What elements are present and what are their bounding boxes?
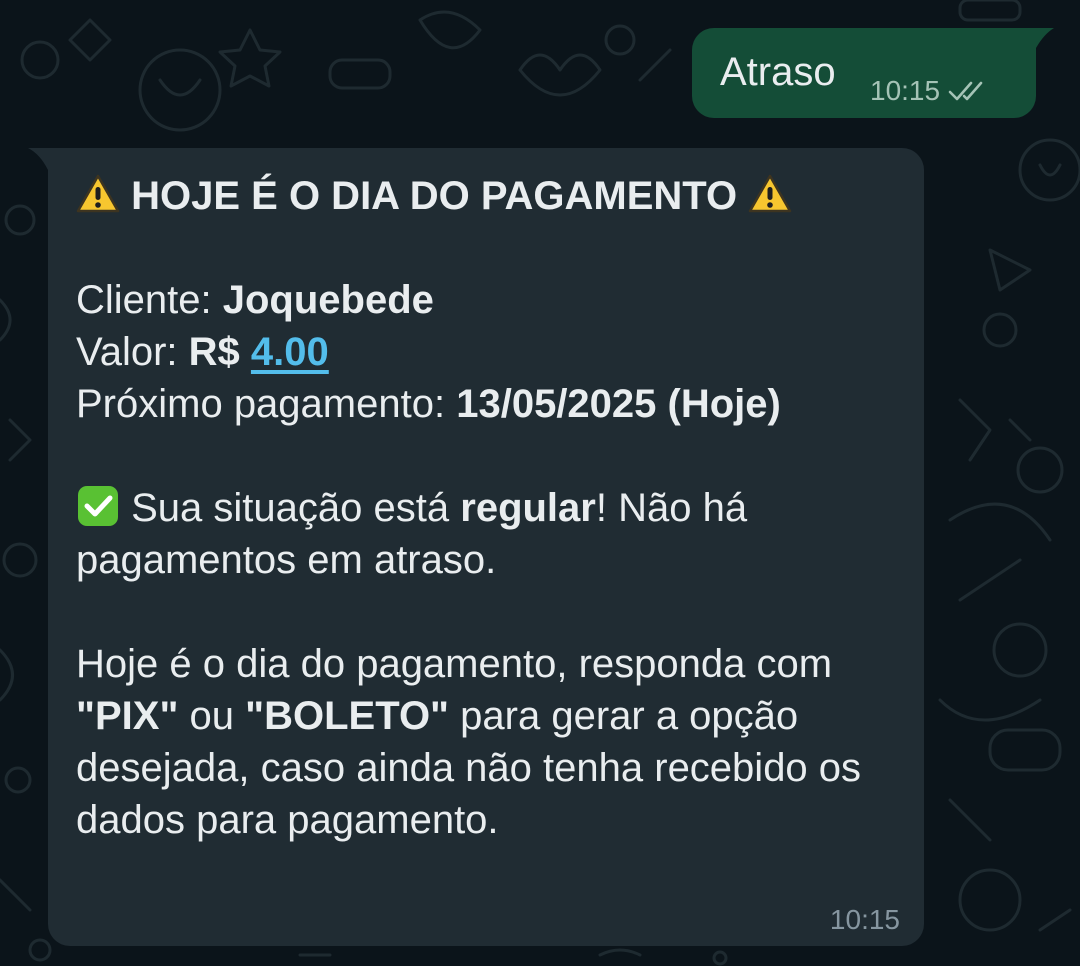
message-title-text: HOJE É O DIA DO PAGAMENTO bbox=[131, 174, 738, 218]
amount-link[interactable]: 4.00 bbox=[251, 330, 329, 374]
outgoing-message-text: Atraso bbox=[720, 50, 836, 94]
incoming-message-text: HOJE É O DIA DO PAGAMENTO Cliente: Joque… bbox=[76, 170, 896, 846]
warning-icon bbox=[76, 174, 120, 213]
incoming-message-bubble[interactable]: HOJE É O DIA DO PAGAMENTO Cliente: Joque… bbox=[48, 148, 924, 946]
client-line: Cliente: Joquebede bbox=[76, 274, 896, 326]
instructions-paragraph: Hoje é o dia do pagamento, responda com … bbox=[76, 638, 896, 846]
check-mark-button-icon bbox=[78, 486, 118, 526]
incoming-message-time: 10:15 bbox=[829, 904, 900, 935]
outgoing-message-bubble[interactable]: Atraso 10:15 bbox=[692, 28, 1036, 118]
status-text-bold: regular bbox=[460, 486, 596, 530]
outgoing-message-time: 10:15 bbox=[870, 75, 941, 106]
double-check-icon bbox=[948, 81, 983, 101]
amount-label: Valor: bbox=[76, 330, 178, 374]
instructions-text-1: Hoje é o dia do pagamento, responda com bbox=[76, 642, 833, 686]
amount-line: Valor: R$ 4.00 bbox=[76, 326, 896, 378]
next-payment-line: Próximo pagamento: 13/05/2025 (Hoje) bbox=[76, 378, 896, 430]
currency-symbol: R$ bbox=[188, 330, 240, 374]
incoming-bubble-tail bbox=[28, 148, 50, 170]
status-text-pre: Sua situação está bbox=[131, 486, 450, 530]
client-label: Cliente: bbox=[76, 278, 212, 322]
instructions-pix: "PIX" bbox=[76, 694, 179, 738]
instructions-or: ou bbox=[189, 694, 235, 738]
next-payment-label: Próximo pagamento: bbox=[76, 382, 446, 426]
status-paragraph: Sua situação está regular! Não há pagame… bbox=[76, 482, 896, 586]
message-title: HOJE É O DIA DO PAGAMENTO bbox=[76, 170, 896, 222]
warning-icon bbox=[749, 174, 792, 213]
instructions-boleto: "BOLETO" bbox=[245, 694, 450, 738]
next-payment-value: 13/05/2025 (Hoje) bbox=[456, 382, 781, 426]
client-value: Joquebede bbox=[222, 278, 434, 322]
outgoing-message-meta: 10:15 bbox=[870, 74, 990, 108]
outgoing-bubble-tail bbox=[1034, 28, 1054, 48]
